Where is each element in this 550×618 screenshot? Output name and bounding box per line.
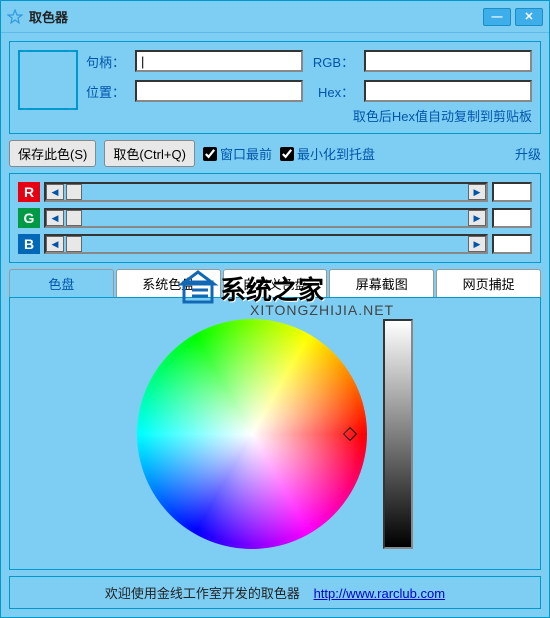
- r-slider[interactable]: ◀ ▶: [44, 182, 488, 202]
- handle-input[interactable]: [135, 50, 303, 72]
- toolbar-row: 保存此色(S) 取色(Ctrl+Q) 窗口最前 最小化到托盘 升级: [9, 140, 541, 167]
- b-value-input[interactable]: [492, 234, 532, 254]
- minimize-button[interactable]: —: [483, 8, 511, 26]
- titlebar[interactable]: 取色器 — ✕: [1, 1, 549, 33]
- hex-label: Hex：: [313, 82, 354, 101]
- b-slider-left[interactable]: ◀: [46, 236, 64, 252]
- upgrade-link[interactable]: 升级: [515, 144, 541, 163]
- footer: 欢迎使用金线工作室开发的取色器 http://www.rarclub.com: [9, 576, 541, 609]
- tray-checkbox-input[interactable]: [280, 147, 294, 161]
- app-icon: [7, 9, 23, 25]
- g-slider-thumb[interactable]: [66, 210, 82, 226]
- handle-label: 句柄：: [86, 52, 125, 71]
- wheel-picker-indicator[interactable]: [343, 427, 357, 441]
- window-title: 取色器: [29, 7, 479, 26]
- hex-input[interactable]: [364, 80, 532, 102]
- r-value-input[interactable]: [492, 182, 532, 202]
- app-window: 取色器 — ✕ 句柄： RGB： 位置： Hex：: [0, 0, 550, 618]
- lightness-bar[interactable]: [383, 319, 413, 549]
- b-tag: B: [18, 234, 40, 254]
- topmost-checkbox-input[interactable]: [203, 147, 217, 161]
- b-slider[interactable]: ◀ ▶: [44, 234, 488, 254]
- r-tag: R: [18, 182, 40, 202]
- r-slider-thumb[interactable]: [66, 184, 82, 200]
- tab-system[interactable]: 系统色盘: [116, 269, 221, 297]
- pos-input[interactable]: [135, 80, 303, 102]
- info-group: 句柄： RGB： 位置： Hex： 取色后Hex值自动复制到剪贴板: [9, 41, 541, 134]
- close-button[interactable]: ✕: [515, 8, 543, 26]
- sliders-group: R ◀ ▶ G ◀ ▶ B: [9, 173, 541, 263]
- r-slider-left[interactable]: ◀: [46, 184, 64, 200]
- pos-label: 位置：: [86, 82, 125, 101]
- color-swatch: [18, 50, 78, 110]
- b-slider-right[interactable]: ▶: [468, 236, 486, 252]
- b-slider-row: B ◀ ▶: [18, 234, 532, 254]
- rgb-label: RGB：: [313, 52, 354, 71]
- g-slider-right[interactable]: ▶: [468, 210, 486, 226]
- tab-custom[interactable]: 自定义色盘: [223, 269, 328, 297]
- tab-wheel[interactable]: 色盘: [9, 269, 114, 297]
- r-slider-right[interactable]: ▶: [468, 184, 486, 200]
- wheel-panel: [9, 297, 541, 570]
- pick-color-button[interactable]: 取色(Ctrl+Q): [104, 140, 195, 167]
- hint-text: 取色后Hex值自动复制到剪贴板: [86, 106, 532, 125]
- tray-checkbox[interactable]: 最小化到托盘: [280, 144, 375, 163]
- tab-screenshot[interactable]: 屏幕截图: [329, 269, 434, 297]
- g-tag: G: [18, 208, 40, 228]
- b-slider-thumb[interactable]: [66, 236, 82, 252]
- g-value-input[interactable]: [492, 208, 532, 228]
- topmost-checkbox[interactable]: 窗口最前: [203, 144, 272, 163]
- footer-text: 欢迎使用金线工作室开发的取色器: [105, 586, 300, 601]
- save-color-button[interactable]: 保存此色(S): [9, 140, 96, 167]
- g-slider[interactable]: ◀ ▶: [44, 208, 488, 228]
- r-slider-row: R ◀ ▶: [18, 182, 532, 202]
- footer-link[interactable]: http://www.rarclub.com: [314, 586, 446, 601]
- g-slider-row: G ◀ ▶: [18, 208, 532, 228]
- tabs: 色盘 系统色盘 自定义色盘 屏幕截图 网页捕捉: [9, 269, 541, 297]
- g-slider-left[interactable]: ◀: [46, 210, 64, 226]
- color-wheel[interactable]: [137, 319, 367, 549]
- tab-webcapture[interactable]: 网页捕捉: [436, 269, 541, 297]
- rgb-input[interactable]: [364, 50, 532, 72]
